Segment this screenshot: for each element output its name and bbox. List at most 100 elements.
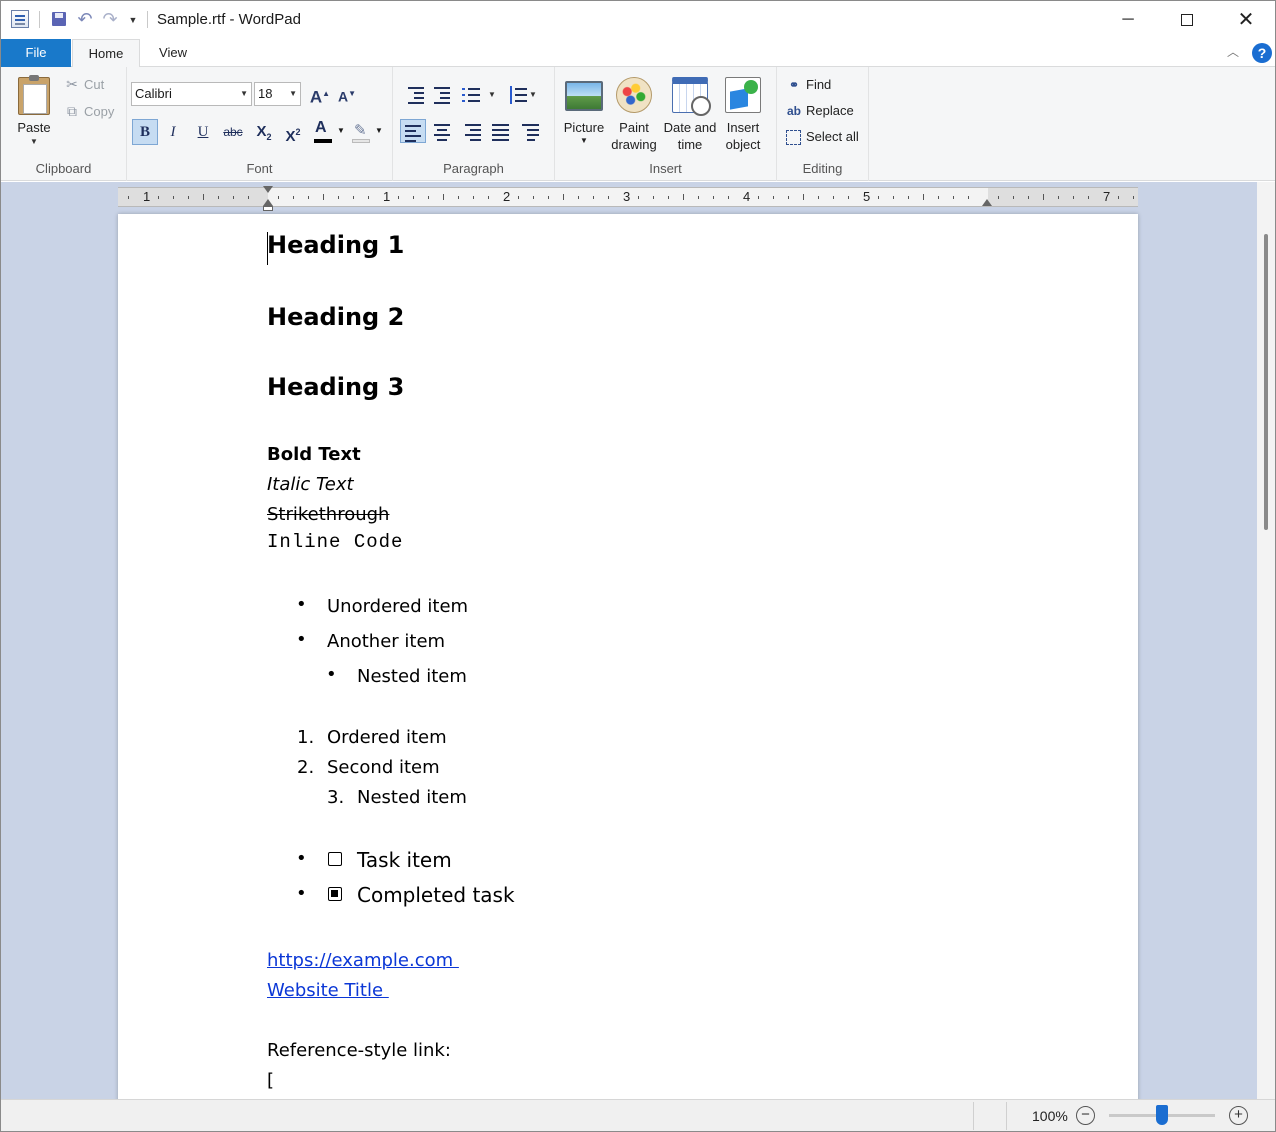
zoom-slider-thumb[interactable]	[1156, 1105, 1168, 1125]
help-icon[interactable]: ?	[1252, 43, 1272, 63]
status-separator	[973, 1102, 974, 1130]
increase-indent-icon[interactable]	[428, 83, 454, 107]
ruler-tick	[593, 196, 594, 199]
redo-icon[interactable]: ↷	[100, 9, 120, 29]
status-bar: 100% − +	[1, 1099, 1275, 1131]
ruler-tick	[128, 196, 129, 199]
ruler-label: 3	[623, 189, 631, 204]
maximize-icon	[1181, 13, 1193, 26]
align-left-icon[interactable]	[400, 119, 426, 143]
text-color-icon: A	[315, 119, 327, 136]
zoom-in-button[interactable]: +	[1229, 1106, 1248, 1125]
clipboard-group: Paste ▼ ✂ Cut ⧉ Copy Clipboard	[1, 67, 127, 181]
chevron-down-icon[interactable]: ▼	[529, 90, 537, 99]
paste-button[interactable]: Paste ▼	[9, 73, 59, 153]
text-color-button[interactable]: A ▼	[311, 119, 347, 145]
paint-palette-icon	[616, 77, 652, 113]
ruler-tick	[158, 196, 159, 199]
superscript-button[interactable]: X2	[280, 119, 306, 145]
clipboard-icon	[18, 75, 50, 115]
zoom-out-button[interactable]: −	[1076, 1106, 1095, 1125]
find-button[interactable]: ⚭ Find	[785, 74, 831, 96]
ruler-tick	[608, 196, 609, 199]
wordpad-app-icon[interactable]	[11, 10, 29, 28]
shrink-font-icon[interactable]: A▼	[336, 83, 358, 105]
date-label-line1: Date and	[663, 120, 717, 135]
group-label-font: Font	[246, 161, 273, 176]
ruler-tick	[563, 194, 564, 200]
customize-qat-icon[interactable]: ▼	[123, 9, 143, 29]
maximize-button[interactable]	[1158, 1, 1216, 39]
ruler-tick	[1043, 194, 1044, 200]
save-icon[interactable]	[49, 9, 69, 29]
website-title-link[interactable]: Website Title	[267, 980, 389, 1001]
strikethrough-button[interactable]: abc	[220, 119, 246, 145]
paint-drawing-button[interactable]: Paint drawing	[611, 73, 657, 159]
line-spacing-icon[interactable]	[505, 83, 531, 107]
font-family-select[interactable]: Calibri ▼	[131, 82, 252, 106]
first-line-indent-marker[interactable]	[263, 186, 273, 193]
highlight-button[interactable]: ✎ ▼	[349, 119, 385, 145]
list-item: Nested item	[357, 666, 467, 687]
cut-button[interactable]: ✂ Cut	[63, 73, 104, 95]
ruler-tick	[428, 196, 429, 199]
ruler-tick	[1073, 196, 1074, 199]
ruler[interactable]: 1 1 2 3 4 5 7	[118, 186, 1138, 211]
list-number: 1.	[297, 727, 315, 748]
scrollbar-thumb[interactable]	[1264, 234, 1268, 530]
ruler-label: 7	[1103, 189, 1111, 204]
date-time-button[interactable]: Date and time	[659, 73, 721, 159]
document-page[interactable]: Heading 1 Heading 2 Heading 3 Bold Text …	[118, 214, 1138, 1114]
tab-view[interactable]: View	[141, 39, 205, 68]
strikethrough-text: Strikethrough	[267, 504, 390, 525]
undo-icon[interactable]: ↶	[75, 9, 95, 29]
close-button[interactable]: ✕	[1217, 1, 1275, 39]
ruler-tick	[803, 194, 804, 200]
ruler-tick	[683, 194, 684, 200]
minimize-button[interactable]: ─	[1099, 1, 1157, 39]
list-item: Unordered item	[327, 596, 469, 617]
insert-picture-button[interactable]: Picture ▼	[559, 73, 609, 159]
tab-home[interactable]: Home	[72, 39, 140, 68]
ruler-tick	[668, 196, 669, 199]
font-group: Calibri ▼ 18 ▼ A▲ A▼ B I U abc X2 X2 A ▼ ✎ ▼…	[127, 67, 393, 181]
left-indent-marker[interactable]	[263, 206, 273, 211]
collapse-ribbon-icon[interactable]: ︿	[1227, 43, 1239, 60]
bold-button[interactable]: B	[132, 119, 158, 145]
ruler-tick	[473, 196, 474, 199]
ruler-tick	[518, 196, 519, 199]
replace-button[interactable]: ab Replace	[785, 100, 854, 122]
underline-button[interactable]: U	[190, 119, 216, 145]
decrease-indent-icon[interactable]	[402, 83, 428, 107]
align-center-icon[interactable]	[429, 119, 455, 143]
justify-icon[interactable]	[488, 119, 514, 143]
select-all-icon	[786, 130, 801, 146]
ruler-left-margin	[118, 188, 268, 206]
task-item: Completed task	[357, 883, 515, 907]
font-size-value: 18	[258, 86, 273, 101]
italic-button[interactable]: I	[160, 119, 186, 145]
chevron-down-icon: ▼	[240, 89, 248, 98]
ruler-tick	[443, 194, 444, 200]
chevron-down-icon[interactable]: ▼	[488, 90, 496, 99]
url-link[interactable]: https://example.com	[267, 950, 459, 971]
bullet-list-icon[interactable]	[459, 83, 485, 107]
window-title: Sample.rtf - WordPad	[157, 11, 301, 28]
ruler-tick	[953, 196, 954, 199]
paragraph-settings-icon[interactable]	[518, 119, 544, 143]
align-right-icon[interactable]	[459, 119, 485, 143]
font-size-select[interactable]: 18 ▼	[254, 82, 301, 106]
tab-file[interactable]: File	[1, 39, 71, 67]
vertical-scrollbar[interactable]	[1257, 182, 1275, 1099]
ruler-tick	[218, 196, 219, 199]
paragraph-group: ▼ ▼ Paragraph	[393, 67, 555, 181]
right-indent-marker[interactable]	[982, 199, 992, 206]
hanging-indent-marker[interactable]	[263, 199, 273, 206]
insert-object-button[interactable]: Insert object	[721, 73, 765, 159]
select-all-button[interactable]: Select all	[785, 126, 859, 148]
binoculars-icon: ⚭	[788, 78, 800, 92]
grow-font-icon[interactable]: A▲	[309, 83, 331, 107]
subscript-button[interactable]: X2	[251, 119, 277, 145]
ruler-tick	[938, 196, 939, 199]
copy-button[interactable]: ⧉ Copy	[63, 100, 114, 122]
